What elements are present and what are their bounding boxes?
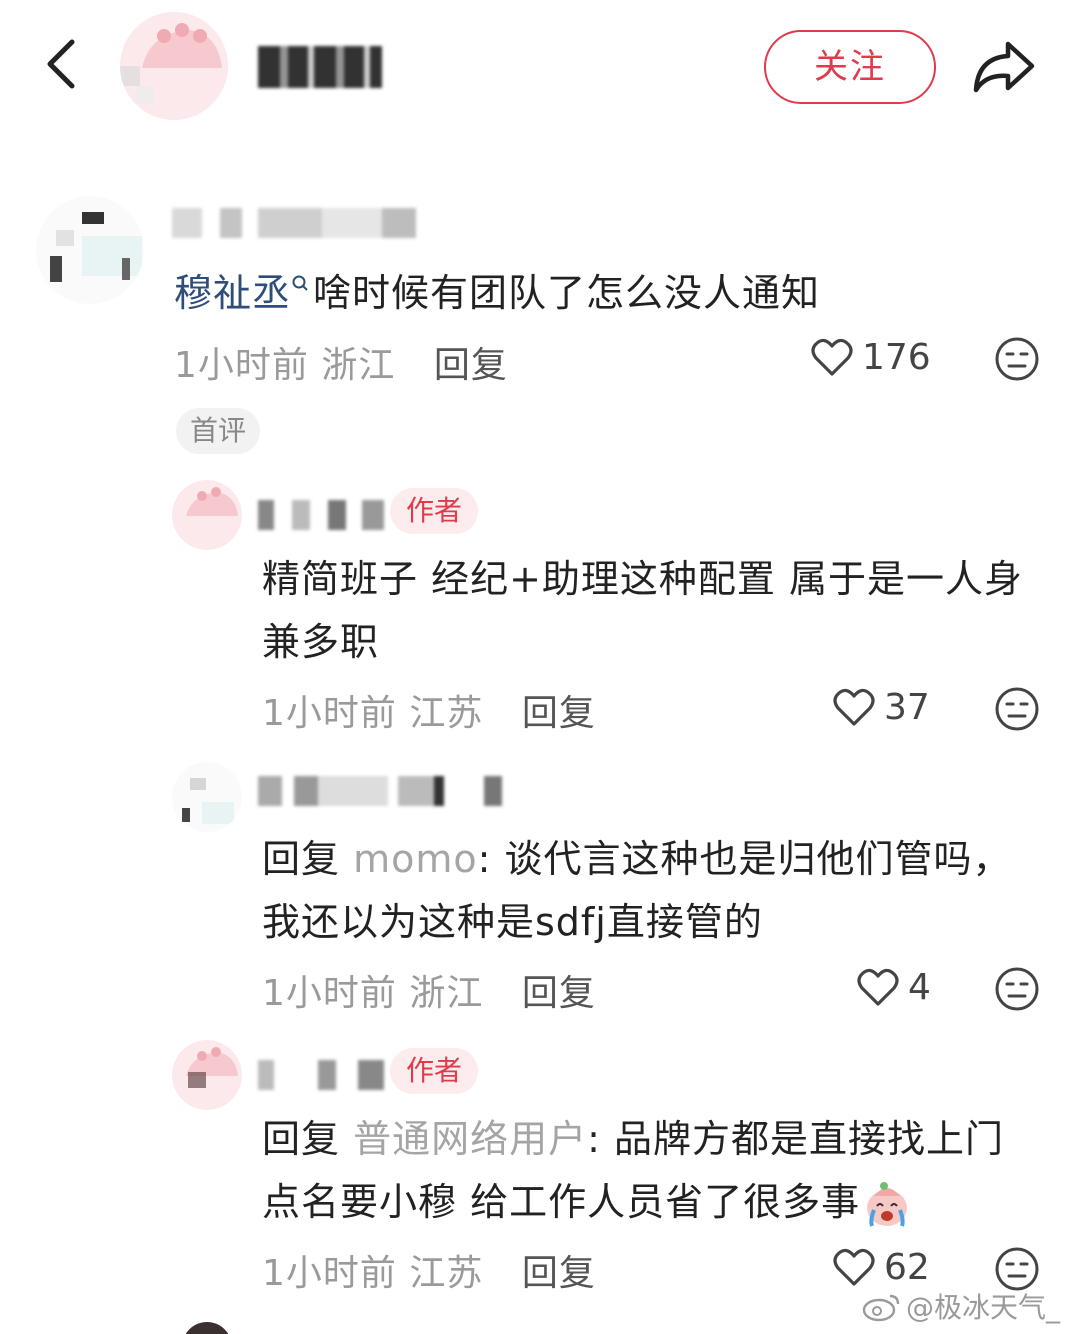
comment-meta: 1小时前 浙江 回复 [262,964,596,1016]
follow-button[interactable]: 关注 [764,30,936,104]
share-icon[interactable] [968,36,1038,96]
comment-location: 江苏 [409,693,484,734]
comment-text: 回复 普通网络用户: 品牌方都是直接找上门 点名要小穆 给工作人员省了很多事 [262,1108,1004,1234]
author-avatar-small[interactable] [172,480,242,550]
commenter-avatar[interactable] [172,762,242,832]
comment-body: 啥时候有团队了怎么没人通知 [313,271,821,315]
like-count: 4 [908,966,931,1008]
replied-user-link[interactable]: momo [353,837,478,881]
comment-body-line: 我还以为这种是sdfj直接管的 [262,900,763,944]
comment-location: 浙江 [321,345,396,386]
back-arrow-icon[interactable] [38,36,88,92]
comment-body-line: 兼多职 [262,620,380,664]
top-bar: 关注 [0,0,1080,130]
weibo-logo-icon [862,1294,900,1322]
like-button[interactable]: 62 [832,1246,930,1288]
commenter-name-blurred [258,776,502,806]
watermark: @极冰天气_ [862,1286,1060,1326]
first-comment-badge: 首评 [176,408,261,454]
like-button[interactable]: 4 [856,966,931,1008]
like-button[interactable]: 37 [832,686,930,728]
comment-screen: 关注 穆祉丞 啥时候有团队了怎么没人通知 1小时前 浙江 回复 176 首评 作者 [0,0,1080,1334]
commenter-name-blurred [172,208,416,238]
reply-button[interactable]: 回复 [522,693,596,734]
emoji-reaction-icon[interactable] [994,966,1040,1012]
reply-prefix: 回复 [262,1117,341,1161]
like-count: 176 [862,336,931,378]
commenter-avatar[interactable] [36,196,144,304]
watermark-text: @极冰天气_ [906,1291,1061,1324]
heart-icon [833,688,875,726]
comment-body-line: : 谈代言这种也是归他们管吗， [477,837,1012,881]
comment-body-line: : 品牌方都是直接找上门 [587,1117,1005,1161]
heart-icon [857,968,899,1006]
like-button[interactable]: 176 [810,336,931,378]
reply-prefix: 回复 [262,837,341,881]
comment-body-line: 点名要小穆 给工作人员省了很多事 [262,1180,861,1224]
search-icon [292,275,308,291]
emoji-reaction-icon[interactable] [994,336,1040,382]
author-name-blurred [258,500,384,530]
author-avatar[interactable] [120,12,228,120]
comment-time: 1小时前 [262,693,397,734]
author-tag: 作者 [390,488,479,534]
comment-time: 1小时前 [262,1253,397,1294]
author-tag: 作者 [390,1048,479,1094]
next-commenter-avatar[interactable] [182,1322,232,1334]
author-avatar-small[interactable] [172,1040,242,1110]
crying-emoji-icon [867,1181,908,1227]
comment-meta: 1小时前 浙江 回复 [174,336,508,388]
reply-button[interactable]: 回复 [522,973,596,1014]
mention-link[interactable]: 穆祉丞 [174,271,291,315]
comment-text: 回复 momo: 谈代言这种也是归他们管吗， 我还以为这种是sdfj直接管的 [262,828,1012,954]
comment-text: 穆祉丞 啥时候有团队了怎么没人通知 [174,262,820,325]
comment-location: 浙江 [409,973,484,1014]
comment-time: 1小时前 [174,345,309,386]
emoji-reaction-icon[interactable] [994,686,1040,732]
comment-meta: 1小时前 江苏 回复 [262,1244,596,1296]
replied-user-link[interactable]: 普通网络用户 [353,1117,587,1161]
reply-button[interactable]: 回复 [434,345,508,386]
comment-text: 精简班子 经纪+助理这种配置 属于是一人身 兼多职 [262,548,1023,674]
comment-time: 1小时前 [262,973,397,1014]
like-count: 62 [884,1246,930,1288]
like-count: 37 [884,686,930,728]
heart-icon [811,338,853,376]
heart-icon [833,1248,875,1286]
author-name-blurred [258,46,382,88]
author-name-blurred [258,1060,384,1090]
comment-location: 江苏 [409,1253,484,1294]
comment-meta: 1小时前 江苏 回复 [262,684,596,736]
comment-body-line: 精简班子 经纪+助理这种配置 属于是一人身 [262,557,1023,601]
reply-button[interactable]: 回复 [522,1253,596,1294]
